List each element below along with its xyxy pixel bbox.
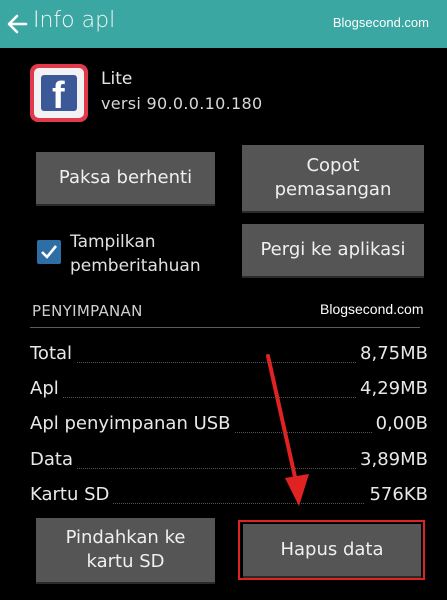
storage-label: Apl — [30, 378, 63, 399]
storage-label: Apl penyimpanan USB — [30, 413, 235, 434]
storage-value: 4,29MB — [356, 378, 428, 399]
storage-label: Data — [30, 449, 77, 470]
storage-label: Kartu SD — [30, 484, 114, 505]
storage-label: Total — [30, 343, 77, 364]
storage-value: 3,89MB — [356, 449, 428, 470]
storage-value: 0,00B — [371, 413, 428, 434]
storage-value: 576KB — [365, 484, 428, 505]
annotation-arrow-icon — [266, 354, 309, 506]
storage-value: 8,75MB — [356, 343, 428, 364]
